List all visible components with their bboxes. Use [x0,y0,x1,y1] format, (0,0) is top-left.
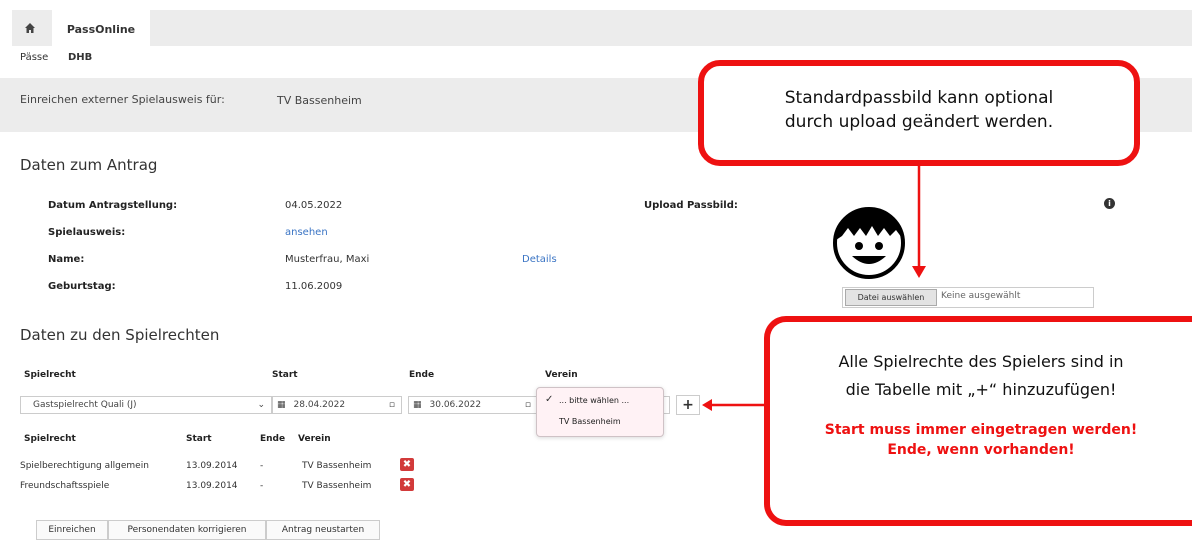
breadcrumb-paesse[interactable]: Pässe [20,52,48,63]
link-details[interactable]: Details [522,254,557,265]
table-header-start: Start [186,434,212,444]
label-name: Name: [48,254,85,265]
dropdown-option-club[interactable]: TV Bassenheim [559,417,621,426]
header-spielrecht: Spielrecht [24,370,76,380]
header-ende: Ende [409,370,435,380]
link-ansehen[interactable]: ansehen [285,227,328,238]
spielrecht-select[interactable]: Gastspielrecht Quali (J) ⌄ [20,396,272,414]
start-date-value: 28.04.2022 [293,400,346,410]
file-upload-field: Datei auswählen Keine ausgewählt [842,287,1094,308]
row2-start: 13.09.2014 [186,481,238,491]
delete-icon[interactable]: ✖ [400,458,414,471]
callout-passbild: Standardpassbild kann optional durch upl… [698,60,1140,166]
date-picker-icon[interactable]: ▫ [389,400,395,410]
dropdown-option-placeholder[interactable]: ... bitte wählen ... [559,396,629,405]
callout-warning-line1: Start muss immer eingetragen werden! [824,422,1138,438]
label-datum: Datum Antragstellung: [48,200,178,211]
correct-person-data-button[interactable]: Personendaten korrigieren [108,520,266,540]
row1-spielrecht: Spielberechtigung allgemein [20,461,149,471]
verein-dropdown-popup: ✓ ... bitte wählen ... TV Bassenheim [536,387,664,437]
row2-verein: TV Bassenheim [302,481,372,491]
header-verein: Verein [545,370,578,380]
info-icon[interactable]: i [1104,198,1115,209]
top-nav-bar: PassOnline [12,10,1192,48]
table-header-verein: Verein [298,434,331,444]
arrow-callout-right [702,399,766,411]
calendar-icon: ▦ [277,400,286,410]
label-upload-passbild: Upload Passbild: [644,200,738,211]
banner-label: Einreichen externer Spielausweis für: [20,93,225,106]
row2-ende: - [260,481,264,491]
callout-spielrechte: Alle Spielrechte des Spielers sind in di… [764,316,1192,526]
breadcrumb-dhb[interactable]: DHB [68,52,92,63]
chevron-down-icon: ⌄ [257,400,265,410]
callout-spielrechte-text: Alle Spielrechte des Spielers sind in di… [770,322,1192,460]
table-header-spielrecht: Spielrecht [24,434,76,444]
value-datum: 04.05.2022 [285,200,343,211]
section-title-spielrechte: Daten zu den Spielrechten [20,326,220,344]
value-name: Musterfrau, Maxi [285,254,370,265]
file-status-text: Keine ausgewählt [941,291,1021,301]
calendar-icon: ▦ [413,400,422,410]
callout-passbild-text: Standardpassbild kann optional durch upl… [704,66,1134,134]
check-icon: ✓ [545,394,554,405]
row2-spielrecht: Freundschaftsspiele [20,481,110,491]
delete-icon[interactable]: ✖ [400,478,414,491]
spielrecht-select-value: Gastspielrecht Quali (J) [33,400,137,410]
choose-file-button[interactable]: Datei auswählen [845,289,937,306]
passbild-avatar [832,206,906,280]
restart-application-button[interactable]: Antrag neustarten [266,520,380,540]
end-date-value: 30.06.2022 [429,400,482,410]
start-date-input[interactable]: ▦ 28.04.2022 ▫ [272,396,402,414]
callout-spielrechte-line1: Alle Spielrechte des Spielers sind in [838,352,1124,371]
home-icon[interactable] [12,10,48,46]
callout-spielrechte-line2: die Tabelle mit „+“ hinzuzufügen! [845,380,1117,399]
callout-passbild-line1: Standardpassbild kann optional [784,88,1054,108]
callout-warning: Start muss immer eingetragen werden! End… [770,420,1192,460]
arrow-callout-top [912,164,926,278]
section-title-antrag: Daten zum Antrag [20,156,158,174]
label-geburtstag: Geburtstag: [48,281,116,292]
submit-button[interactable]: Einreichen [36,520,108,540]
tab-passonline[interactable]: PassOnline [52,10,150,48]
date-picker-icon[interactable]: ▫ [525,400,531,410]
callout-passbild-line2: durch upload geändert werden. [784,112,1054,132]
label-spielausweis: Spielausweis: [48,227,126,238]
banner-club: TV Bassenheim [277,94,362,107]
row1-ende: - [260,461,264,471]
row1-start: 13.09.2014 [186,461,238,471]
table-header-ende: Ende [260,434,286,444]
add-spielrecht-button[interactable]: + [676,395,700,415]
end-date-input[interactable]: ▦ 30.06.2022 ▫ [408,396,538,414]
row1-verein: TV Bassenheim [302,461,372,471]
header-start: Start [272,370,298,380]
value-geburtstag: 11.06.2009 [285,281,343,292]
callout-warning-line2: Ende, wenn vorhanden! [887,442,1075,458]
